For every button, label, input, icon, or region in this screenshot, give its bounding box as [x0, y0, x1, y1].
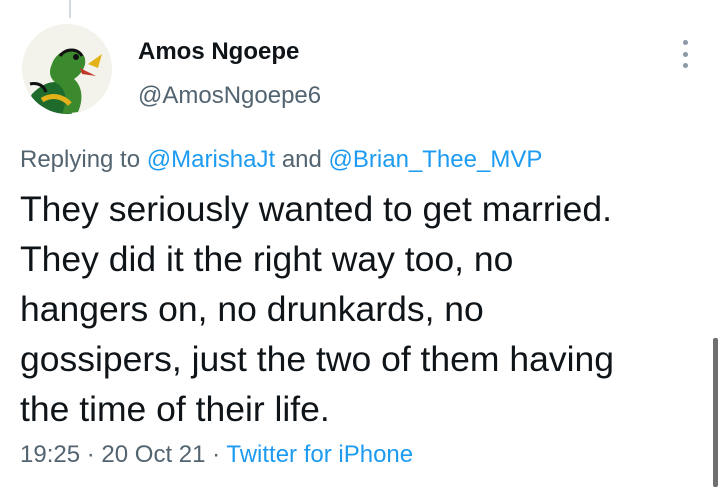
thread-connector-line: [69, 0, 71, 18]
tweet-source-link[interactable]: Twitter for iPhone: [226, 441, 413, 468]
more-vertical-icon: [682, 40, 688, 45]
avatar-image: [22, 24, 112, 114]
reply-context: Replying to @MarishaJt and @Brian_Thee_M…: [20, 146, 542, 174]
tweet-text-line: gossipers, just the two of them having: [20, 339, 614, 379]
meta-separator: ·: [212, 441, 221, 468]
more-vertical-icon-dot: [682, 63, 688, 68]
author-handle[interactable]: @AmosNgoepe6: [138, 82, 321, 110]
scrollbar-thumb[interactable]: [713, 338, 718, 487]
mention-link[interactable]: @MarishaJt: [147, 146, 275, 173]
author-display-name[interactable]: Amos Ngoepe: [138, 38, 299, 66]
more-options-button[interactable]: [678, 40, 692, 68]
tweet-text-line: the time of their life.: [20, 389, 330, 429]
tweet-time[interactable]: 19:25: [20, 441, 80, 468]
tweet-text: They seriously wanted to get married. Th…: [20, 184, 710, 434]
tweet-date[interactable]: 20 Oct 21: [101, 441, 205, 468]
tweet-text-line: They did it the right way too, no: [20, 239, 514, 279]
meta-separator: ·: [86, 441, 95, 468]
mention-link[interactable]: @Brian_Thee_MVP: [329, 146, 543, 173]
tweet-meta: 19:25 · 20 Oct 21 · Twitter for iPhone: [20, 441, 413, 469]
reply-conjunction: and: [281, 146, 322, 173]
avatar[interactable]: [22, 24, 112, 114]
more-vertical-icon-dot: [682, 51, 688, 57]
tweet-text-line: hangers on, no drunkards, no: [20, 289, 484, 329]
tweet-text-line: They seriously wanted to get married.: [20, 189, 612, 229]
reply-prefix: Replying to: [20, 146, 141, 173]
